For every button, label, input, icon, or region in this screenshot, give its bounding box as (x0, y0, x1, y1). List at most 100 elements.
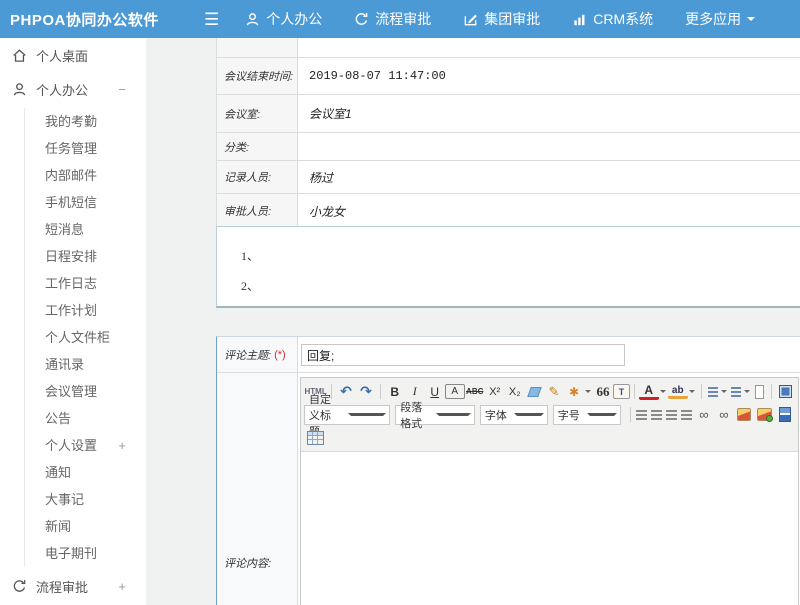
hamburger-menu-icon[interactable]: ☰ (204, 11, 219, 28)
dropdown-caret-icon[interactable] (660, 390, 666, 396)
select-label: 段落格式 (400, 399, 429, 431)
redo-icon[interactable]: ↷ (356, 382, 376, 401)
sidebar-item-work-plan[interactable]: 工作计划 (25, 297, 146, 324)
editor-content-area[interactable] (301, 452, 798, 605)
sidebar-item-schedule[interactable]: 日程安排 (25, 243, 146, 270)
fullscreen-icon[interactable] (779, 385, 792, 398)
comment-form: 评论主题: (*) 评论内容: HTML (216, 336, 800, 605)
sidebar-item-label: 短消息 (45, 222, 84, 237)
link-icon[interactable]: ∞ (694, 405, 714, 424)
top-navbar: PHPOA协同办公软件 ☰ 个人办公 流程审批 集团审批 (0, 0, 800, 38)
expand-icon[interactable]: + (118, 432, 126, 459)
nav-item-label: 流程审批 (375, 9, 431, 29)
sidebar-item-contacts[interactable]: 通讯录 (25, 351, 146, 378)
edit-icon (463, 12, 478, 27)
media-icon[interactable] (779, 407, 791, 422)
sidebar-item-label: 个人桌面 (36, 46, 88, 65)
sidebar-item-desktop[interactable]: 个人桌面 (0, 38, 146, 72)
select-label: 字号 (558, 407, 581, 423)
sidebar-item-label: 大事记 (45, 492, 84, 507)
image-icon[interactable] (737, 408, 752, 421)
font-family-select[interactable]: 字体 (480, 405, 548, 425)
table-row-recorder: 记录人员: 杨过 (217, 161, 800, 194)
subscript-icon[interactable]: X₂ (505, 382, 525, 401)
sidebar-item-short-message[interactable]: 短消息 (25, 216, 146, 243)
sidebar-item-work-log[interactable]: 工作日志 (25, 270, 146, 297)
nav-item-group-approval[interactable]: 集团审批 (463, 9, 540, 29)
paragraph-format-select[interactable]: 段落格式 (395, 405, 475, 425)
dropdown-caret-icon (587, 413, 616, 419)
sidebar-item-tasks[interactable]: 任务管理 (25, 135, 146, 162)
superscript-icon[interactable]: X² (485, 382, 505, 401)
table-row (217, 38, 800, 58)
toolbar-separator (634, 384, 635, 399)
unordered-list-icon[interactable] (731, 387, 741, 397)
boxed-text-icon[interactable]: A (445, 384, 465, 399)
sidebar-item-personal-settings[interactable]: 个人设置+ (25, 432, 146, 459)
highlight-icon[interactable]: ab (668, 384, 688, 399)
history-icon (12, 579, 27, 594)
field-label: 会议结束时间: (217, 58, 298, 94)
align-justify-icon[interactable] (681, 410, 692, 420)
align-left-icon[interactable] (636, 410, 647, 420)
paste-from-word-icon[interactable]: T (613, 384, 630, 399)
nav-item-label: 集团审批 (484, 9, 540, 29)
nav-item-label: 个人办公 (266, 9, 322, 29)
sidebar-item-label: 通知 (45, 465, 71, 480)
sidebar-item-meeting-management[interactable]: 会议管理 (25, 378, 146, 405)
field-label (217, 38, 298, 57)
color-palette-icon[interactable]: ✱ (564, 382, 584, 401)
field-value: 会议室1 (298, 95, 800, 132)
align-center-icon[interactable] (651, 410, 662, 420)
sidebar-section-label: 流程审批 (36, 577, 88, 596)
sidebar-item-internal-mail[interactable]: 内部邮件 (25, 162, 146, 189)
sidebar-item-news[interactable]: 新闻 (25, 513, 146, 540)
main-content: 会议结束时间: 2019-08-07 11:47:00 会议室: 会议室1 分类… (146, 38, 800, 605)
nav-item-workflow-approval[interactable]: 流程审批 (354, 9, 431, 29)
field-label: 记录人员: (217, 161, 298, 193)
blockquote-icon[interactable]: 66 (593, 382, 613, 401)
nav-item-label: 更多应用 (685, 9, 741, 29)
format-brush-icon[interactable]: ✎ (544, 382, 564, 401)
unlink-icon[interactable]: ∞ (714, 405, 734, 424)
sidebar-item-memorabilia[interactable]: 大事记 (25, 486, 146, 513)
nav-item-more-apps[interactable]: 更多应用 (685, 9, 755, 29)
expand-icon[interactable]: + (118, 579, 126, 594)
table-row-approver: 审批人员: 小龙女 (217, 194, 800, 229)
sidebar-section-personal-office[interactable]: 个人办公 − (0, 72, 146, 106)
sidebar-item-notice[interactable]: 通知 (25, 459, 146, 486)
collapse-icon[interactable]: − (118, 82, 126, 97)
sidebar-item-sms[interactable]: 手机短信 (25, 189, 146, 216)
dropdown-caret-icon[interactable] (744, 390, 750, 396)
history-icon (354, 12, 369, 27)
person-icon (245, 12, 260, 27)
strikethrough-icon[interactable]: ABC (465, 382, 485, 401)
font-size-select[interactable]: 字号 (553, 405, 621, 425)
table-icon[interactable] (307, 431, 324, 445)
field-value: HTML ↶ ↷ B I U A ABC X² (298, 373, 800, 605)
sidebar-item-label: 手机短信 (45, 195, 97, 210)
align-right-icon[interactable] (666, 410, 677, 420)
ordered-list-icon[interactable] (708, 387, 718, 397)
dropdown-caret-icon[interactable] (585, 390, 591, 396)
sidebar-item-e-journal[interactable]: 电子期刊 (25, 540, 146, 567)
eraser-icon[interactable] (527, 387, 542, 397)
dropdown-caret-icon[interactable] (721, 390, 727, 396)
image-upload-icon[interactable] (757, 408, 772, 421)
font-color-icon[interactable]: A (639, 384, 659, 400)
sidebar-section-workflow-approval[interactable]: 流程审批 + (0, 569, 146, 603)
sidebar-item-attendance[interactable]: 我的考勤 (25, 108, 146, 135)
custom-heading-select[interactable]: 自定义标题 (304, 405, 390, 425)
dropdown-caret-icon[interactable] (689, 390, 695, 396)
meeting-detail-table: 会议结束时间: 2019-08-07 11:47:00 会议室: 会议室1 分类… (216, 38, 800, 229)
nav-item-personal-office[interactable]: 个人办公 (245, 9, 322, 29)
rich-text-editor: HTML ↶ ↷ B I U A ABC X² (300, 377, 799, 605)
sidebar-item-label: 内部邮件 (45, 168, 97, 183)
new-page-icon[interactable] (755, 385, 765, 399)
sidebar-item-file-cabinet[interactable]: 个人文件柜 (25, 324, 146, 351)
sidebar-item-announcement[interactable]: 公告 (25, 405, 146, 432)
dropdown-caret-icon (514, 413, 543, 419)
nav-item-crm[interactable]: CRM系统 (572, 9, 653, 29)
toolbar-row-3 (304, 426, 795, 449)
comment-subject-input[interactable] (301, 344, 625, 366)
